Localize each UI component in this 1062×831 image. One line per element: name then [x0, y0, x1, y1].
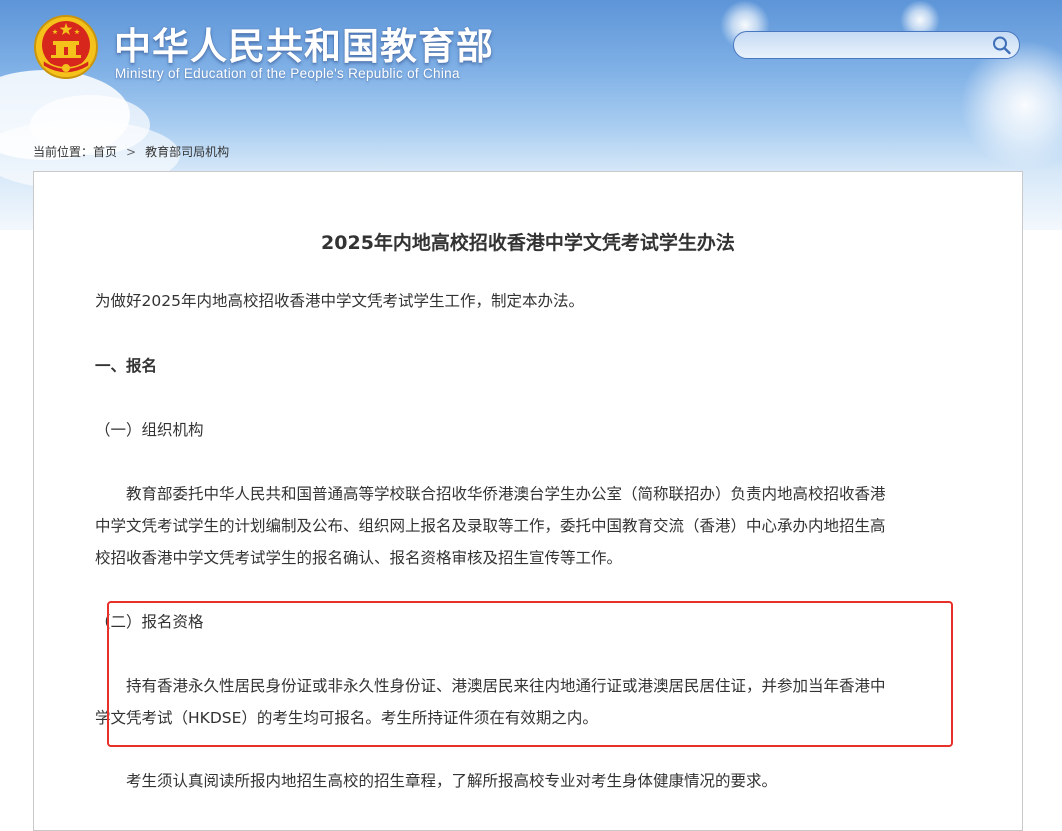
breadcrumb: 当前位置：首页 > 教育部司局机构 — [33, 143, 229, 160]
subsection-heading-organization: （一）组织机构 — [95, 421, 204, 439]
search-icon[interactable] — [991, 35, 1013, 55]
article-title: 2025年内地高校招收香港中学文凭考试学生办法 — [321, 232, 735, 254]
article-health-note: 考生须认真阅读所报内地招生高校的招生章程，了解所报高校专业对考生身体健康情况的要… — [126, 772, 778, 790]
section-heading-registration: 一、报名 — [95, 357, 158, 375]
dandelion-decoration — [960, 40, 1062, 170]
breadcrumb-current-link[interactable]: 教育部司局机构 — [145, 143, 229, 160]
search-input[interactable] — [748, 35, 992, 57]
subsection-body-organization: 教育部委托中华人民共和国普通高等学校联合招收华侨港澳台学生办公室（简称联招办）负… — [95, 485, 886, 567]
breadcrumb-separator: > — [126, 145, 137, 159]
search-box — [733, 31, 1020, 59]
national-emblem-icon[interactable] — [33, 14, 99, 80]
site-title[interactable]: 中华人民共和国教育部 — [114, 16, 494, 70]
subsection-heading-eligibility: （二）报名资格 — [95, 613, 204, 631]
site-subtitle: Ministry of Education of the People's Re… — [115, 66, 460, 81]
article-intro: 为做好2025年内地高校招收香港中学文凭考试学生工作，制定本办法。 — [95, 292, 584, 310]
breadcrumb-prefix: 当前位置： — [33, 145, 94, 159]
subsection-body-eligibility: 持有香港永久性居民身份证或非永久性身份证、港澳居民来往内地通行证或港澳居民居住证… — [95, 677, 886, 727]
breadcrumb-home-link[interactable]: 首页 — [93, 143, 117, 160]
